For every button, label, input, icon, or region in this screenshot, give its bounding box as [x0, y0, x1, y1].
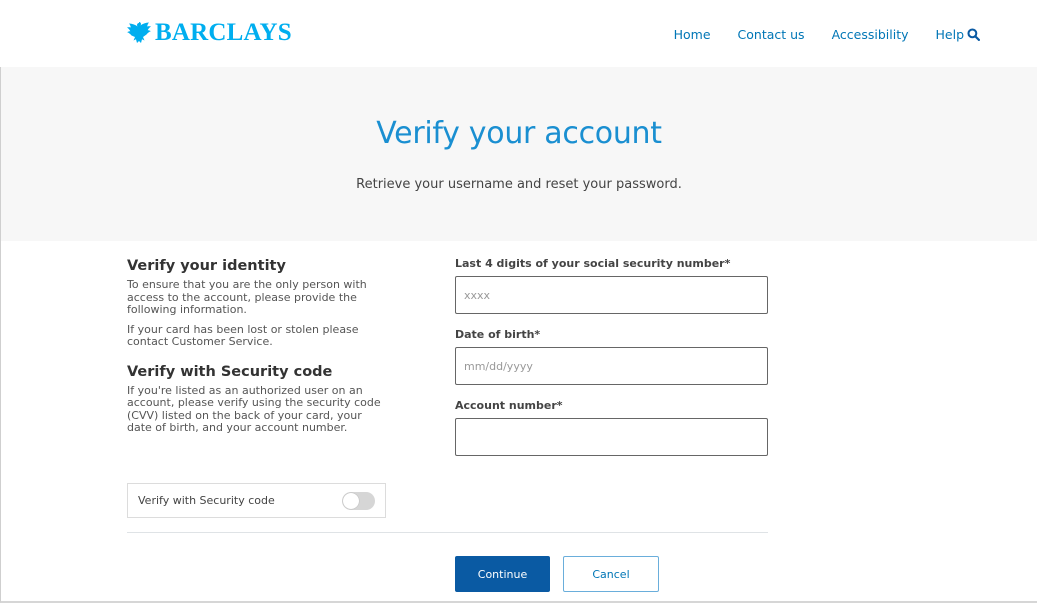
nav-help-label: Help: [935, 27, 965, 42]
info-column: Verify your identity To ensure that you …: [127, 258, 387, 518]
hero-banner: Verify your account Retrieve your userna…: [1, 67, 1037, 241]
cancel-button[interactable]: Cancel: [563, 556, 659, 592]
ssn-input[interactable]: [455, 276, 768, 314]
nav-home[interactable]: Home: [674, 27, 711, 42]
form-divider: [127, 532, 768, 533]
security-code-toggle-row[interactable]: Verify with Security code: [127, 483, 386, 518]
nav-help[interactable]: Help: [935, 27, 980, 42]
security-code-toggle-label: Verify with Security code: [138, 494, 275, 507]
security-code-text: If you're listed as an authorized user o…: [127, 383, 381, 434]
ssn-field-group: Last 4 digits of your social security nu…: [455, 258, 768, 314]
page-subtitle: Retrieve your username and reset your pa…: [356, 177, 682, 192]
nav-contact-us[interactable]: Contact us: [738, 27, 805, 42]
dob-field-group: Date of birth*: [455, 329, 768, 385]
site-header: BARCLAYS Home Contact us Accessibility H…: [0, 0, 1037, 67]
eagle-icon: [127, 22, 151, 43]
nav-accessibility[interactable]: Accessibility: [832, 27, 909, 42]
search-icon[interactable]: [967, 28, 980, 41]
ssn-label: Last 4 digits of your social security nu…: [455, 257, 731, 270]
lost-card-text: If your card has been lost or stolen ple…: [127, 322, 359, 348]
dob-label: Date of birth*: [455, 328, 541, 341]
account-number-input[interactable]: [455, 418, 768, 456]
barclays-logo[interactable]: BARCLAYS: [127, 19, 292, 47]
toggle-knob: [343, 492, 359, 509]
continue-button[interactable]: Continue: [455, 556, 550, 592]
identity-heading: Verify your identity: [127, 258, 286, 274]
form-actions: Continue Cancel: [455, 556, 659, 592]
account-number-label: Account number*: [455, 399, 563, 412]
brand-name: BARCLAYS: [155, 19, 292, 46]
account-number-field-group: Account number*: [455, 400, 768, 456]
dob-input[interactable]: [455, 347, 768, 385]
security-code-toggle[interactable]: [342, 491, 375, 510]
security-code-heading: Verify with Security code: [127, 363, 333, 380]
page-title: Verify your account: [376, 116, 662, 151]
identity-text: To ensure that you are the only person w…: [127, 278, 367, 316]
top-nav: Home Contact us Accessibility Help: [647, 27, 980, 42]
verify-form: Last 4 digits of your social security nu…: [455, 258, 768, 471]
